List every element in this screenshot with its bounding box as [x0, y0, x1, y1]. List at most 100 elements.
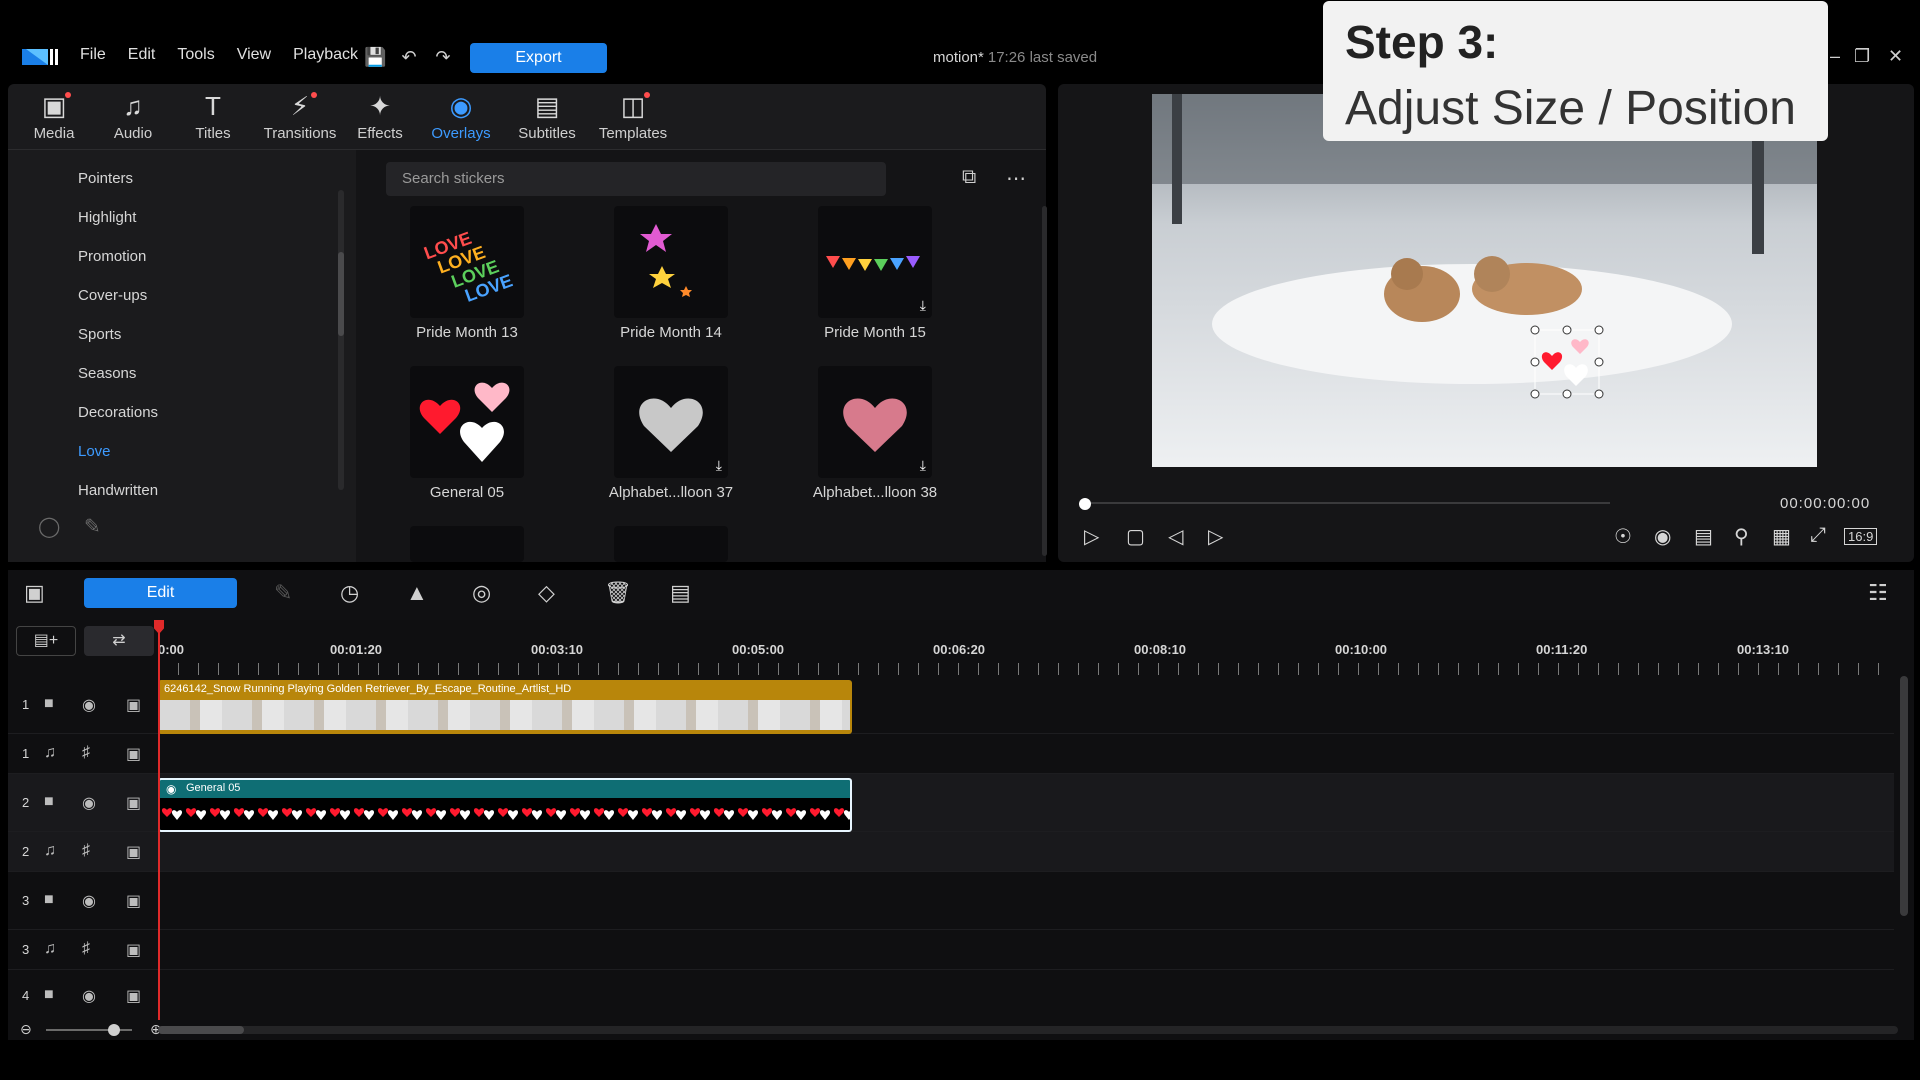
previous-frame-icon[interactable]: ◁	[1168, 524, 1183, 549]
menu-file[interactable]: File	[80, 46, 106, 64]
category-love[interactable]: Love	[78, 443, 111, 460]
download-icon[interactable]: ⤓	[716, 457, 722, 474]
sticker-row-partial[interactable]	[410, 526, 524, 562]
overlay-clip[interactable]: ◉ General 05	[158, 778, 852, 832]
eye-icon[interactable]: ◉	[82, 891, 96, 911]
sticker-pride-month-13[interactable]: LOVE LOVE LOVE LOVE	[410, 206, 524, 318]
fit-timeline-icon[interactable]: ⇄	[84, 626, 154, 656]
library-tabs: ▣ Media ♫ Audio T Titles ⚡ Transitions ✦…	[8, 84, 1046, 150]
fullscreen-icon[interactable]: ⤢	[1810, 524, 1826, 547]
speed-icon[interactable]: ◷	[340, 580, 359, 606]
safe-area-icon[interactable]: ▦	[1772, 524, 1791, 549]
lock-icon[interactable]: ▣	[126, 891, 141, 911]
eye-icon[interactable]: ◉	[82, 695, 96, 715]
sticker-pride-month-15[interactable]: ⤓	[818, 206, 932, 318]
category-pointers[interactable]: Pointers	[78, 170, 133, 187]
undo-icon[interactable]: ↶	[398, 46, 420, 68]
stop-icon[interactable]: ▢	[1126, 524, 1145, 549]
timeline-settings-icon[interactable]: ☷	[1868, 580, 1888, 606]
download-icon[interactable]: ⤓	[920, 297, 926, 314]
minimize-icon[interactable]: –	[1830, 46, 1840, 67]
eye-icon[interactable]: ◉	[82, 793, 96, 813]
category-sports[interactable]: Sports	[78, 326, 121, 343]
video-track-icon: ■	[44, 793, 54, 810]
lock-icon[interactable]: ▣	[126, 793, 141, 813]
silver-heart-balloon-icon	[639, 398, 703, 452]
tab-transitions[interactable]: ⚡ Transitions	[261, 90, 339, 142]
speaker-icon[interactable]: ♯	[82, 842, 90, 860]
motion-track-icon[interactable]: ◎	[472, 580, 491, 606]
more-options-icon[interactable]: ⋯	[1006, 166, 1026, 191]
flip-icon[interactable]: ▲	[406, 580, 428, 606]
next-frame-icon[interactable]: ▷	[1208, 524, 1223, 549]
import-sticker-icon[interactable]: ⧉	[962, 166, 976, 189]
lock-icon[interactable]: ▣	[126, 695, 141, 715]
subtitle-toggle-icon[interactable]: ▤	[1694, 524, 1713, 549]
zoom-slider-knob[interactable]	[108, 1024, 120, 1036]
sticker-scrollbar[interactable]	[1042, 206, 1047, 556]
tab-audio[interactable]: ♫ Audio	[94, 90, 172, 142]
lock-icon[interactable]: ▣	[126, 744, 141, 764]
keyframe-icon[interactable]: ◇	[538, 580, 555, 606]
category-scrollbar[interactable]	[338, 190, 344, 490]
add-track-icon[interactable]: ▤+	[16, 626, 76, 656]
tab-overlays[interactable]: ◉ Overlays	[422, 90, 500, 142]
playhead-knob[interactable]	[1079, 498, 1091, 510]
tab-media[interactable]: ▣ Media	[15, 90, 93, 142]
speaker-icon[interactable]: ♯	[82, 744, 90, 762]
category-decorations[interactable]: Decorations	[78, 404, 158, 421]
playback-quality-icon[interactable]: ◉	[1654, 524, 1671, 549]
tab-titles[interactable]: T Titles	[174, 90, 252, 142]
video-clip[interactable]: 6246142_Snow Running Playing Golden Retr…	[158, 680, 852, 734]
redo-icon[interactable]: ↷	[432, 46, 454, 68]
timeline-horizontal-scrollbar[interactable]	[158, 1026, 1898, 1034]
arrange-icon[interactable]: ▣	[24, 580, 45, 606]
lock-icon[interactable]: ▣	[126, 842, 141, 862]
search-input[interactable]: Search stickers	[386, 162, 886, 196]
edit-button[interactable]: Edit	[84, 578, 237, 608]
category-cover-ups[interactable]: Cover-ups	[78, 287, 147, 304]
tab-templates[interactable]: ◫ Templates	[594, 90, 672, 142]
tab-subtitles[interactable]: ▤ Subtitles	[508, 90, 586, 142]
video-preview[interactable]	[1152, 94, 1817, 467]
eye-icon[interactable]: ◉	[82, 986, 96, 1006]
properties-icon[interactable]: ▤	[670, 580, 691, 606]
menu-tools[interactable]: Tools	[177, 46, 214, 64]
download-icon[interactable]: ⤓	[920, 457, 926, 474]
tab-effects[interactable]: ✦ Effects	[341, 90, 419, 142]
playback-progress-track[interactable]	[1080, 502, 1610, 504]
sticker-alphabet-balloon-38[interactable]: ⤓	[818, 366, 932, 478]
category-promotion[interactable]: Promotion	[78, 248, 146, 265]
ruler-label: 00:13:10	[1737, 642, 1790, 657]
sticker-row-partial[interactable]	[614, 526, 728, 562]
speaker-icon[interactable]: ♯	[82, 940, 90, 958]
category-handwritten[interactable]: Handwritten	[78, 482, 158, 499]
menu-playback[interactable]: Playback	[293, 46, 358, 64]
menu-view[interactable]: View	[237, 46, 271, 64]
export-button[interactable]: Export	[470, 43, 607, 73]
delete-icon[interactable]: 🗑	[604, 580, 632, 606]
sticker-general-05[interactable]	[410, 366, 524, 478]
restore-icon[interactable]: ❐	[1854, 46, 1870, 67]
ruler-ticks[interactable]	[158, 663, 1898, 675]
category-list: Pointers Highlight Promotion Cover-ups S…	[8, 150, 352, 562]
lock-icon[interactable]: ▣	[126, 940, 141, 960]
sticker-pride-month-14[interactable]	[614, 206, 728, 318]
hearts-pattern	[160, 798, 850, 830]
add-tag-icon[interactable]: ◯	[38, 514, 60, 539]
play-icon[interactable]: ▷	[1084, 524, 1099, 549]
aspect-ratio-button[interactable]: 16:9	[1844, 528, 1878, 545]
save-icon[interactable]: 💾	[364, 46, 386, 68]
category-seasons[interactable]: Seasons	[78, 365, 136, 382]
zoom-preview-icon[interactable]: ⚲	[1734, 524, 1749, 549]
snapshot-icon[interactable]: ☉	[1614, 524, 1632, 549]
menu-edit[interactable]: Edit	[128, 46, 156, 64]
lock-icon[interactable]: ▣	[126, 986, 141, 1006]
category-highlight[interactable]: Highlight	[78, 209, 136, 226]
timeline-vertical-scrollbar[interactable]	[1900, 676, 1908, 916]
sticker-alphabet-balloon-37[interactable]: ⤓	[614, 366, 728, 478]
playhead-line[interactable]	[158, 620, 160, 1020]
edit-tag-icon[interactable]: ✎	[84, 514, 101, 539]
zoom-out-icon[interactable]: ⊖	[20, 1021, 32, 1038]
close-icon[interactable]: ✕	[1888, 46, 1903, 67]
